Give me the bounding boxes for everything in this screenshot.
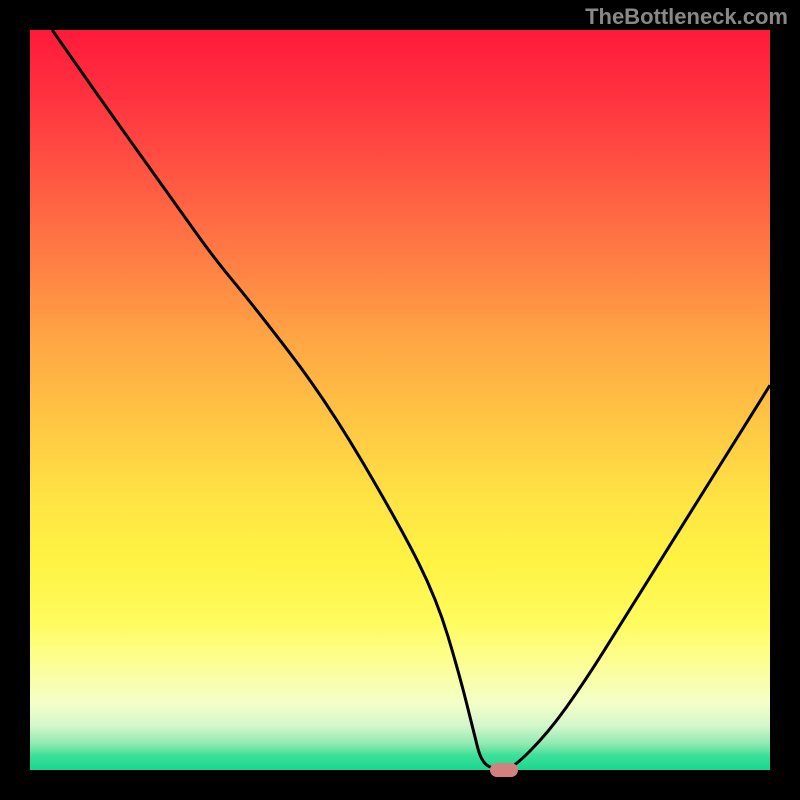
watermark-text: TheBottleneck.com xyxy=(585,4,788,30)
severity-gradient-background xyxy=(30,30,770,770)
plot-area xyxy=(30,30,770,770)
optimal-point-marker xyxy=(490,763,518,777)
